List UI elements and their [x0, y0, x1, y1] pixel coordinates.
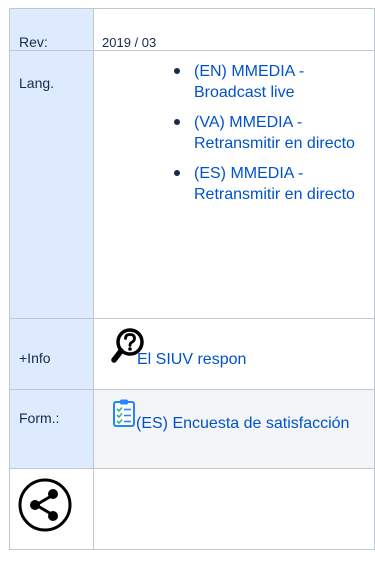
rev-value-cell: 2019 / 03 [93, 8, 375, 51]
info-label-cell: +Info [9, 318, 94, 390]
survey-link[interactable]: (ES) Encuesta de satisfacción [102, 414, 352, 434]
form-value-cell: (ES) Encuesta de satisfacción [93, 389, 375, 469]
lang-row: Lang. (EN) MMEDIA - Broadcast live (VA) … [9, 50, 375, 319]
info-value-cell: El SIUV respon [93, 318, 375, 390]
info-label: +Info [19, 350, 51, 366]
lang-link-es[interactable]: (ES) MMEDIA - Retransmitir en directo [194, 165, 355, 203]
share-icon-cell [9, 468, 94, 550]
rev-row: Rev: 2019 / 03 [9, 8, 375, 51]
lang-item-va: (VA) MMEDIA - Retransmitir en directo [174, 112, 356, 154]
lang-label-cell: Lang. [9, 50, 94, 319]
lang-list: (EN) MMEDIA - Broadcast live (VA) MMEDIA… [174, 61, 356, 205]
bullet-icon [174, 68, 180, 74]
form-label-cell: Form.: [9, 389, 94, 469]
share-empty-cell [93, 468, 375, 550]
form-label: Form.: [19, 410, 60, 426]
lang-item-es: (ES) MMEDIA - Retransmitir en directo [174, 163, 356, 205]
lang-value-cell: (EN) MMEDIA - Broadcast live (VA) MMEDIA… [93, 50, 375, 319]
info-row: +Info El SIUV respon [9, 318, 375, 390]
info-table: Rev: 2019 / 03 Lang. (EN) MMEDIA - Broad… [9, 8, 375, 550]
lang-item-en: (EN) MMEDIA - Broadcast live [174, 61, 356, 103]
bullet-icon [174, 119, 180, 125]
lang-link-va[interactable]: (VA) MMEDIA - Retransmitir en directo [194, 114, 355, 152]
form-row: Form.: (ES) Encuesta de satisfacción [9, 389, 375, 469]
lang-link-en[interactable]: (EN) MMEDIA - Broadcast live [194, 63, 304, 101]
siuv-link[interactable]: El SIUV respon [137, 351, 246, 369]
share-icon[interactable] [17, 477, 73, 533]
lang-label: Lang. [19, 75, 55, 91]
share-row [9, 468, 375, 550]
rev-label: Rev: [19, 34, 48, 50]
rev-label-cell: Rev: [9, 8, 94, 51]
rev-value: 2019 / 03 [102, 35, 157, 50]
bullet-icon [174, 170, 180, 176]
